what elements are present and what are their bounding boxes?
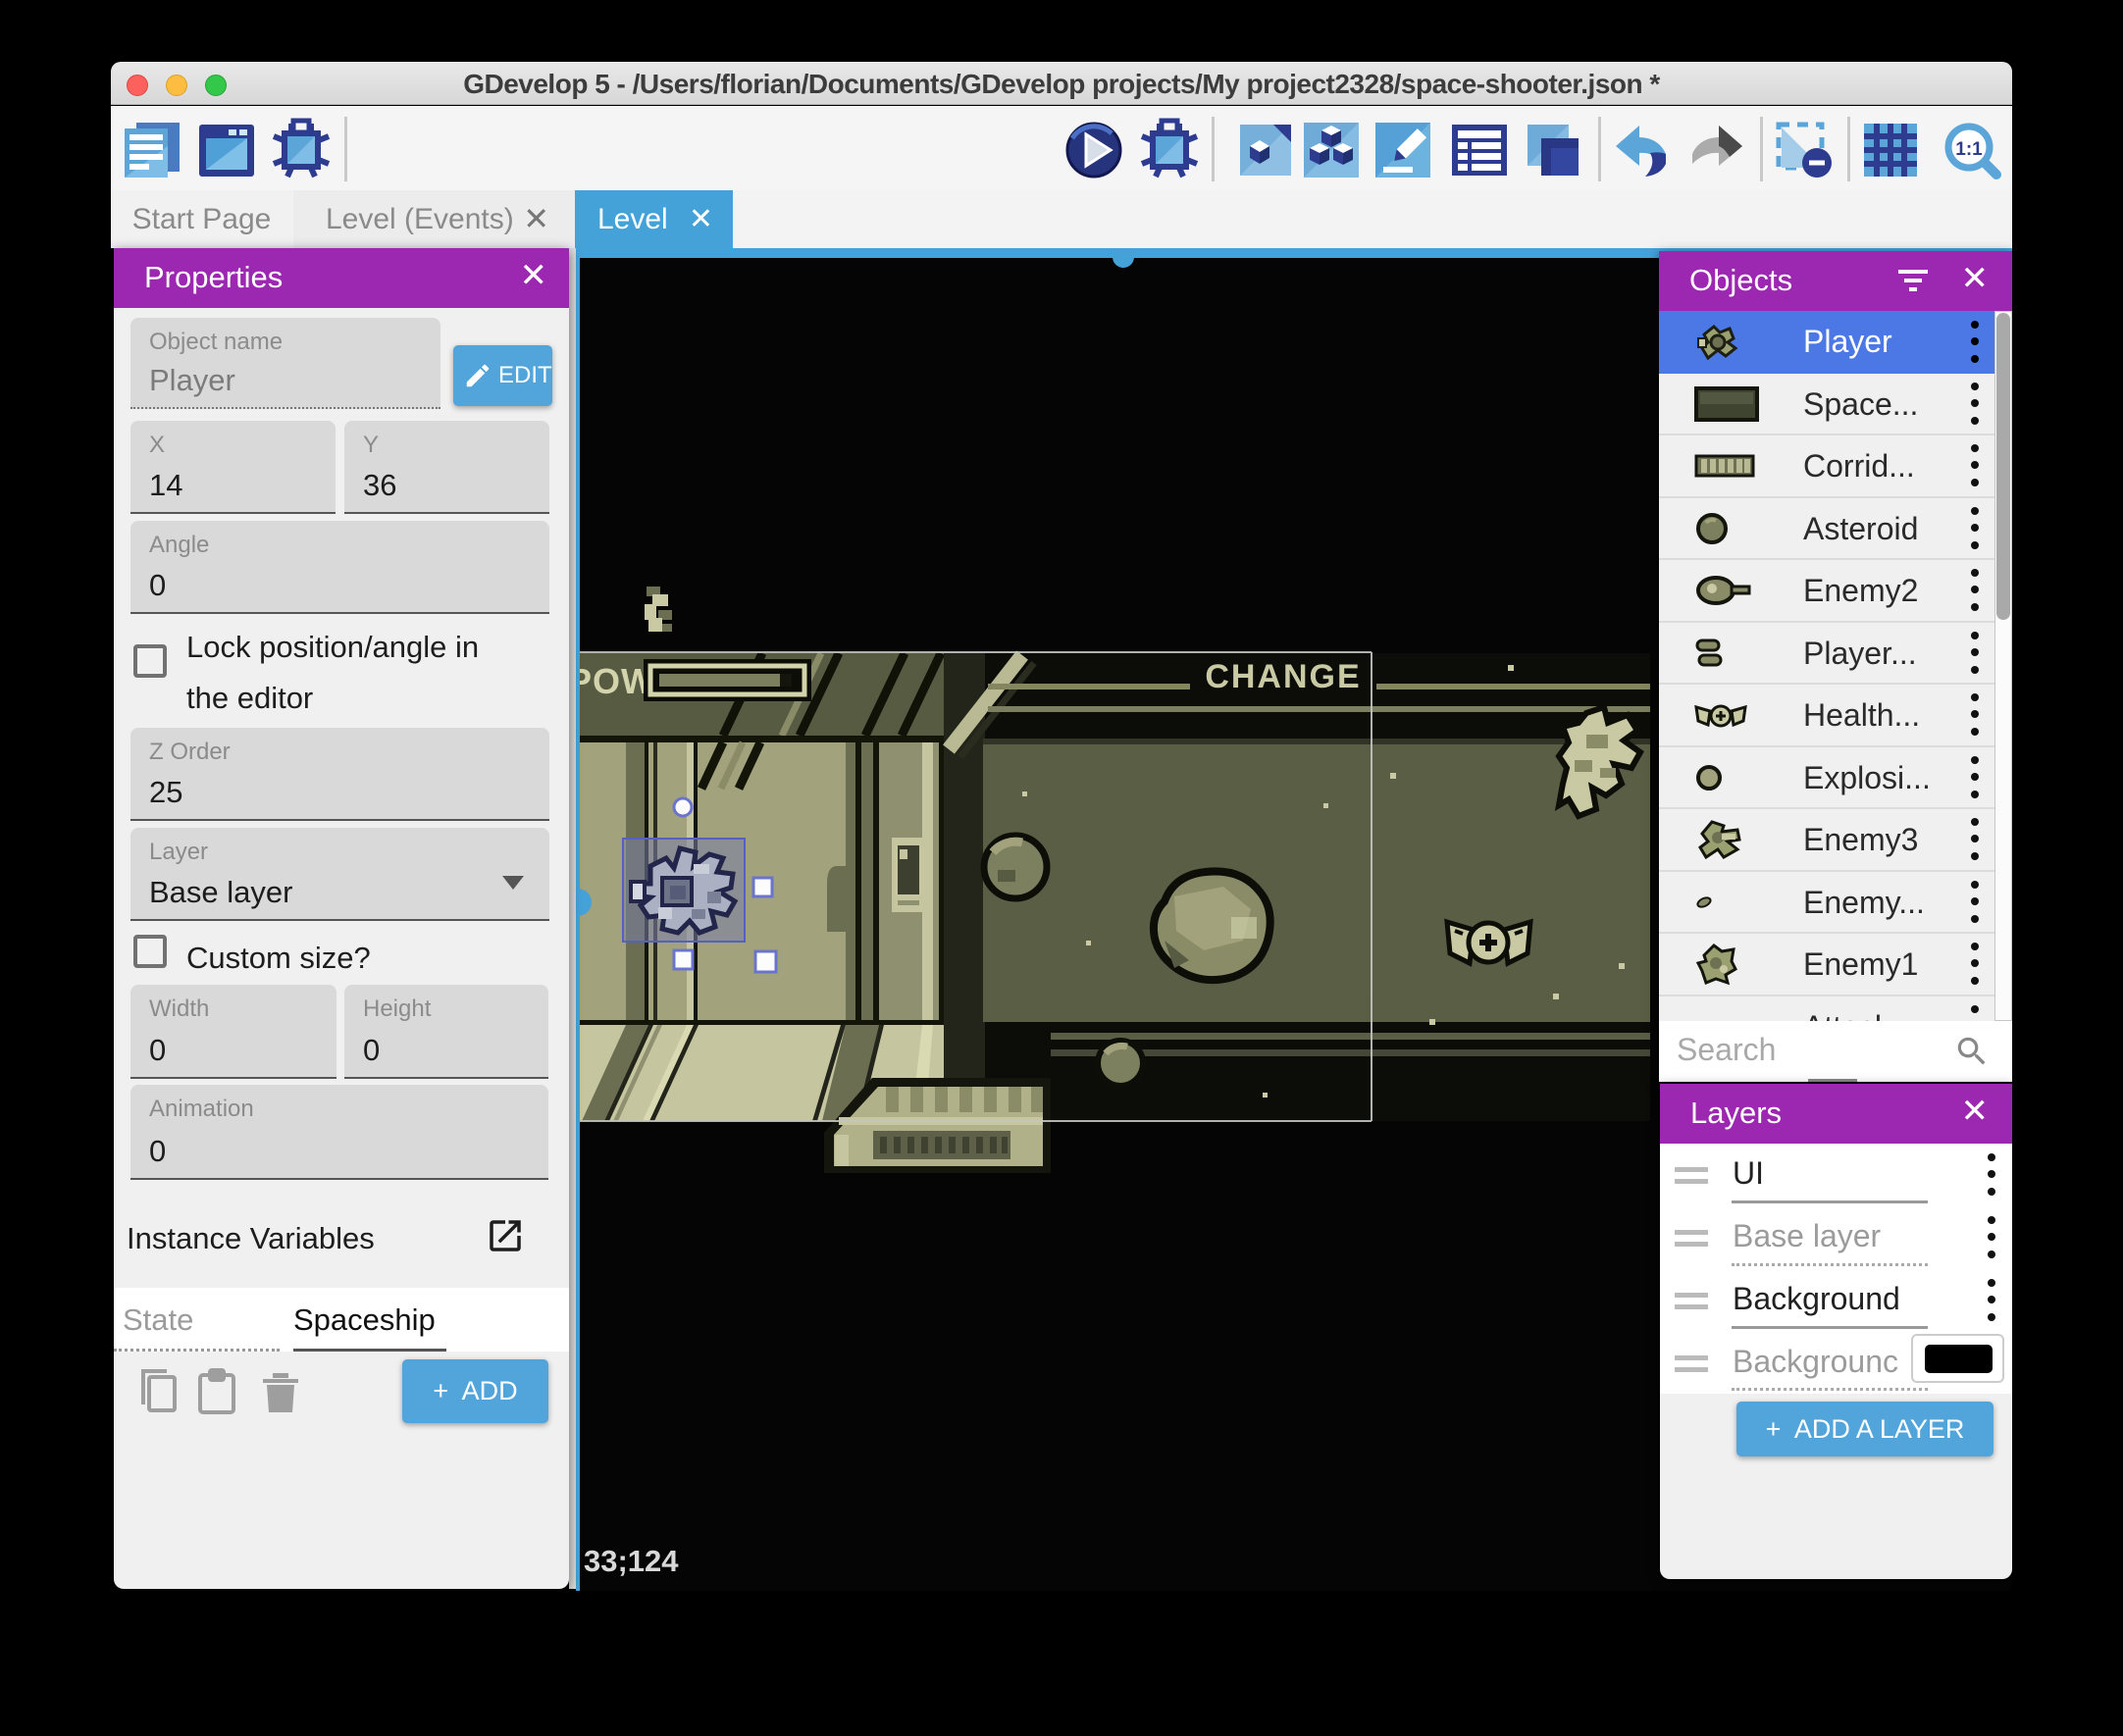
svg-text:33;124: 33;124 (584, 1544, 679, 1578)
svg-text:CHANGE: CHANGE (1205, 658, 1361, 695)
svg-text:1:1: 1:1 (1955, 139, 1983, 160)
svg-text:POW: POW (576, 661, 655, 701)
